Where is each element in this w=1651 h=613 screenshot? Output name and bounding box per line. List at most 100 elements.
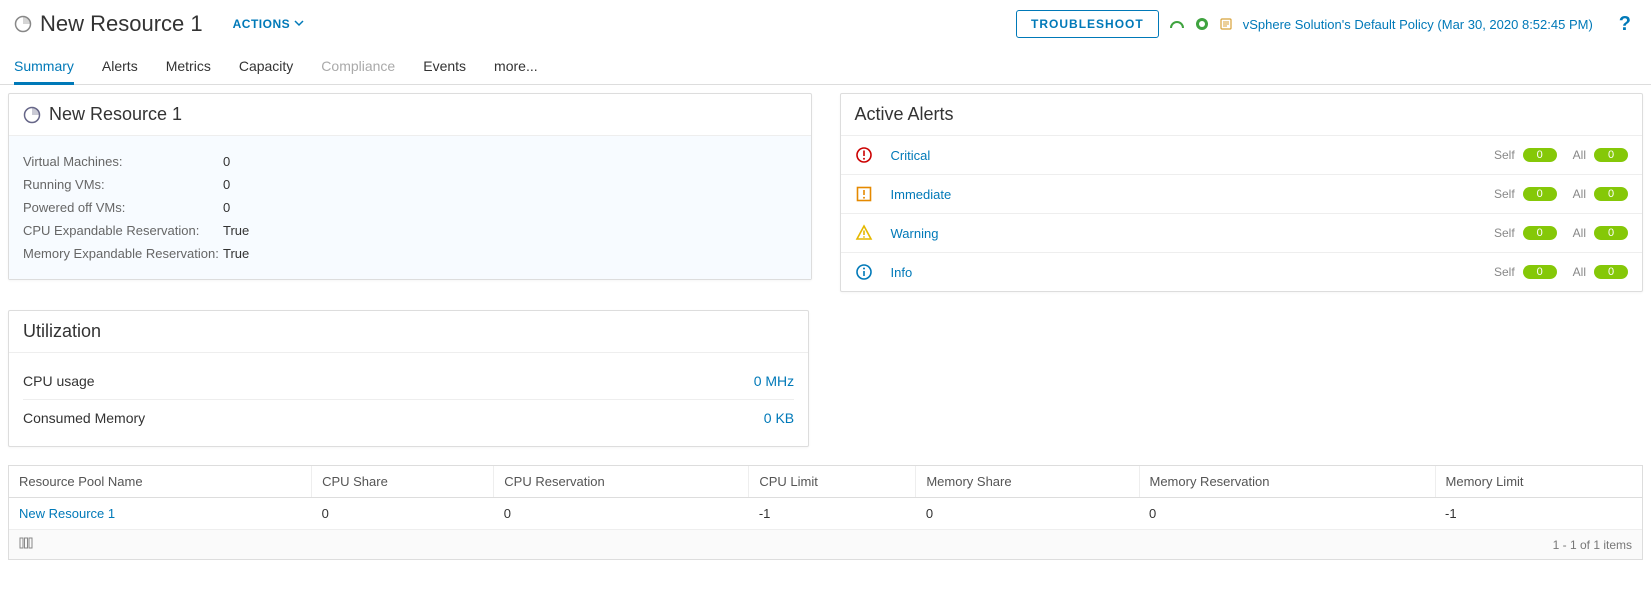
kv-row: Memory Expandable Reservation:True xyxy=(23,242,797,265)
table-footer-count: 1 - 1 of 1 items xyxy=(1553,538,1632,552)
alert-link-immediate[interactable]: Immediate xyxy=(883,187,1478,202)
info-icon xyxy=(855,263,883,281)
col-memory-limit[interactable]: Memory Limit xyxy=(1435,466,1642,498)
kv-label: CPU Expandable Reservation: xyxy=(23,223,223,238)
policy-icon xyxy=(1219,17,1233,31)
troubleshoot-button[interactable]: TROUBLESHOOT xyxy=(1016,10,1159,38)
resource-panel-header: New Resource 1 xyxy=(9,94,811,136)
table: Resource Pool Name CPU Share CPU Reserva… xyxy=(9,466,1642,530)
tab-alerts[interactable]: Alerts xyxy=(102,54,138,84)
resource-pool-icon xyxy=(23,106,41,124)
col-memory-share[interactable]: Memory Share xyxy=(916,466,1139,498)
alert-link-warning[interactable]: Warning xyxy=(883,226,1478,241)
cell-cpu-share: 0 xyxy=(312,498,494,530)
kv-row: CPU Expandable Reservation:True xyxy=(23,219,797,242)
kv-label: Memory Expandable Reservation: xyxy=(23,246,223,261)
tab-events[interactable]: Events xyxy=(423,54,466,84)
resource-panel-body: Virtual Machines:0 Running VMs:0 Powered… xyxy=(9,136,811,279)
all-count: 0 xyxy=(1594,265,1628,279)
cell-mem-share: 0 xyxy=(916,498,1139,530)
util-value[interactable]: 0 KB xyxy=(764,410,794,426)
util-label: Consumed Memory xyxy=(23,410,145,426)
cell-name[interactable]: New Resource 1 xyxy=(9,498,312,530)
column-picker-icon[interactable] xyxy=(19,536,33,553)
health-badge-icon[interactable] xyxy=(1169,19,1185,29)
util-label: CPU usage xyxy=(23,373,95,389)
kv-value: True xyxy=(223,246,249,261)
warning-icon xyxy=(855,224,883,242)
self-label: Self xyxy=(1494,187,1515,201)
cell-cpu-limit: -1 xyxy=(749,498,916,530)
tab-more[interactable]: more... xyxy=(494,54,538,84)
alert-link-critical[interactable]: Critical xyxy=(883,148,1478,163)
kv-value: 0 xyxy=(223,177,230,192)
cell-mem-limit: -1 xyxy=(1435,498,1642,530)
kv-value: 0 xyxy=(223,200,230,215)
self-count: 0 xyxy=(1523,226,1557,240)
col-resource-pool-name[interactable]: Resource Pool Name xyxy=(9,466,312,498)
page-header: New Resource 1 ACTIONS TROUBLESHOOT vSph… xyxy=(0,0,1651,38)
table-row[interactable]: New Resource 1 0 0 -1 0 0 -1 xyxy=(9,498,1642,530)
all-count: 0 xyxy=(1594,187,1628,201)
tab-metrics[interactable]: Metrics xyxy=(166,54,211,84)
self-count: 0 xyxy=(1523,187,1557,201)
utilization-panel-body: CPU usage 0 MHz Consumed Memory 0 KB xyxy=(9,353,808,446)
alert-link-info[interactable]: Info xyxy=(883,265,1478,280)
kv-value: True xyxy=(223,223,249,238)
alert-row-immediate: Immediate Self 0 All 0 xyxy=(841,175,1643,214)
alerts-panel: Active Alerts Critical Self 0 All 0 Immedi… xyxy=(840,93,1644,292)
tab-compliance: Compliance xyxy=(321,54,395,84)
table-footer: 1 - 1 of 1 items xyxy=(9,530,1642,559)
self-count: 0 xyxy=(1523,265,1557,279)
tab-summary[interactable]: Summary xyxy=(14,54,74,85)
col-cpu-share[interactable]: CPU Share xyxy=(312,466,494,498)
util-row: Consumed Memory 0 KB xyxy=(23,400,794,436)
col-cpu-reservation[interactable]: CPU Reservation xyxy=(494,466,749,498)
resource-panel: New Resource 1 Virtual Machines:0 Runnin… xyxy=(8,93,812,280)
kv-label: Powered off VMs: xyxy=(23,200,223,215)
all-label: All xyxy=(1573,148,1586,162)
tabs: Summary Alerts Metrics Capacity Complian… xyxy=(0,44,1651,85)
all-count: 0 xyxy=(1594,226,1628,240)
kv-row: Powered off VMs:0 xyxy=(23,196,797,219)
alert-row-warning: Warning Self0 All0 xyxy=(841,214,1643,253)
alerts-panel-body: Critical Self 0 All 0 Immediate Self 0 All 0… xyxy=(841,136,1643,291)
alerts-panel-header: Active Alerts xyxy=(841,94,1643,136)
utilization-panel-header: Utilization xyxy=(9,311,808,353)
critical-icon xyxy=(855,146,883,164)
actions-dropdown[interactable]: ACTIONS xyxy=(233,17,305,31)
chevron-down-icon xyxy=(294,17,304,31)
cell-mem-res: 0 xyxy=(1139,498,1435,530)
actions-label: ACTIONS xyxy=(233,17,291,31)
cell-cpu-res: 0 xyxy=(494,498,749,530)
col-memory-reservation[interactable]: Memory Reservation xyxy=(1139,466,1435,498)
self-count: 0 xyxy=(1523,148,1557,162)
kv-label: Virtual Machines: xyxy=(23,154,223,169)
help-icon[interactable]: ? xyxy=(1613,13,1637,36)
policy-link[interactable]: vSphere Solution's Default Policy (Mar 3… xyxy=(1243,17,1593,32)
utilization-panel-title: Utilization xyxy=(23,321,101,342)
header-right: TROUBLESHOOT vSphere Solution's Default … xyxy=(1016,10,1637,38)
kv-row: Running VMs:0 xyxy=(23,173,797,196)
kv-row: Virtual Machines:0 xyxy=(23,150,797,173)
all-label: All xyxy=(1573,265,1586,279)
page-title: New Resource 1 xyxy=(40,11,203,37)
tab-capacity[interactable]: Capacity xyxy=(239,54,293,84)
util-row: CPU usage 0 MHz xyxy=(23,363,794,400)
resource-pool-icon xyxy=(14,15,32,33)
util-value[interactable]: 0 MHz xyxy=(754,373,794,389)
immediate-icon xyxy=(855,185,883,203)
status-circle-icon[interactable] xyxy=(1195,17,1209,31)
self-label: Self xyxy=(1494,226,1515,240)
alerts-panel-title: Active Alerts xyxy=(855,104,954,125)
kv-value: 0 xyxy=(223,154,230,169)
alert-row-critical: Critical Self0 All0 xyxy=(841,136,1643,175)
self-label: Self xyxy=(1494,265,1515,279)
kv-label: Running VMs: xyxy=(23,177,223,192)
resource-panel-title: New Resource 1 xyxy=(49,104,182,125)
all-label: All xyxy=(1573,187,1586,201)
content: New Resource 1 Virtual Machines:0 Runnin… xyxy=(0,85,1651,568)
table-header-row: Resource Pool Name CPU Share CPU Reserva… xyxy=(9,466,1642,498)
resource-table: Resource Pool Name CPU Share CPU Reserva… xyxy=(8,465,1643,560)
col-cpu-limit[interactable]: CPU Limit xyxy=(749,466,916,498)
